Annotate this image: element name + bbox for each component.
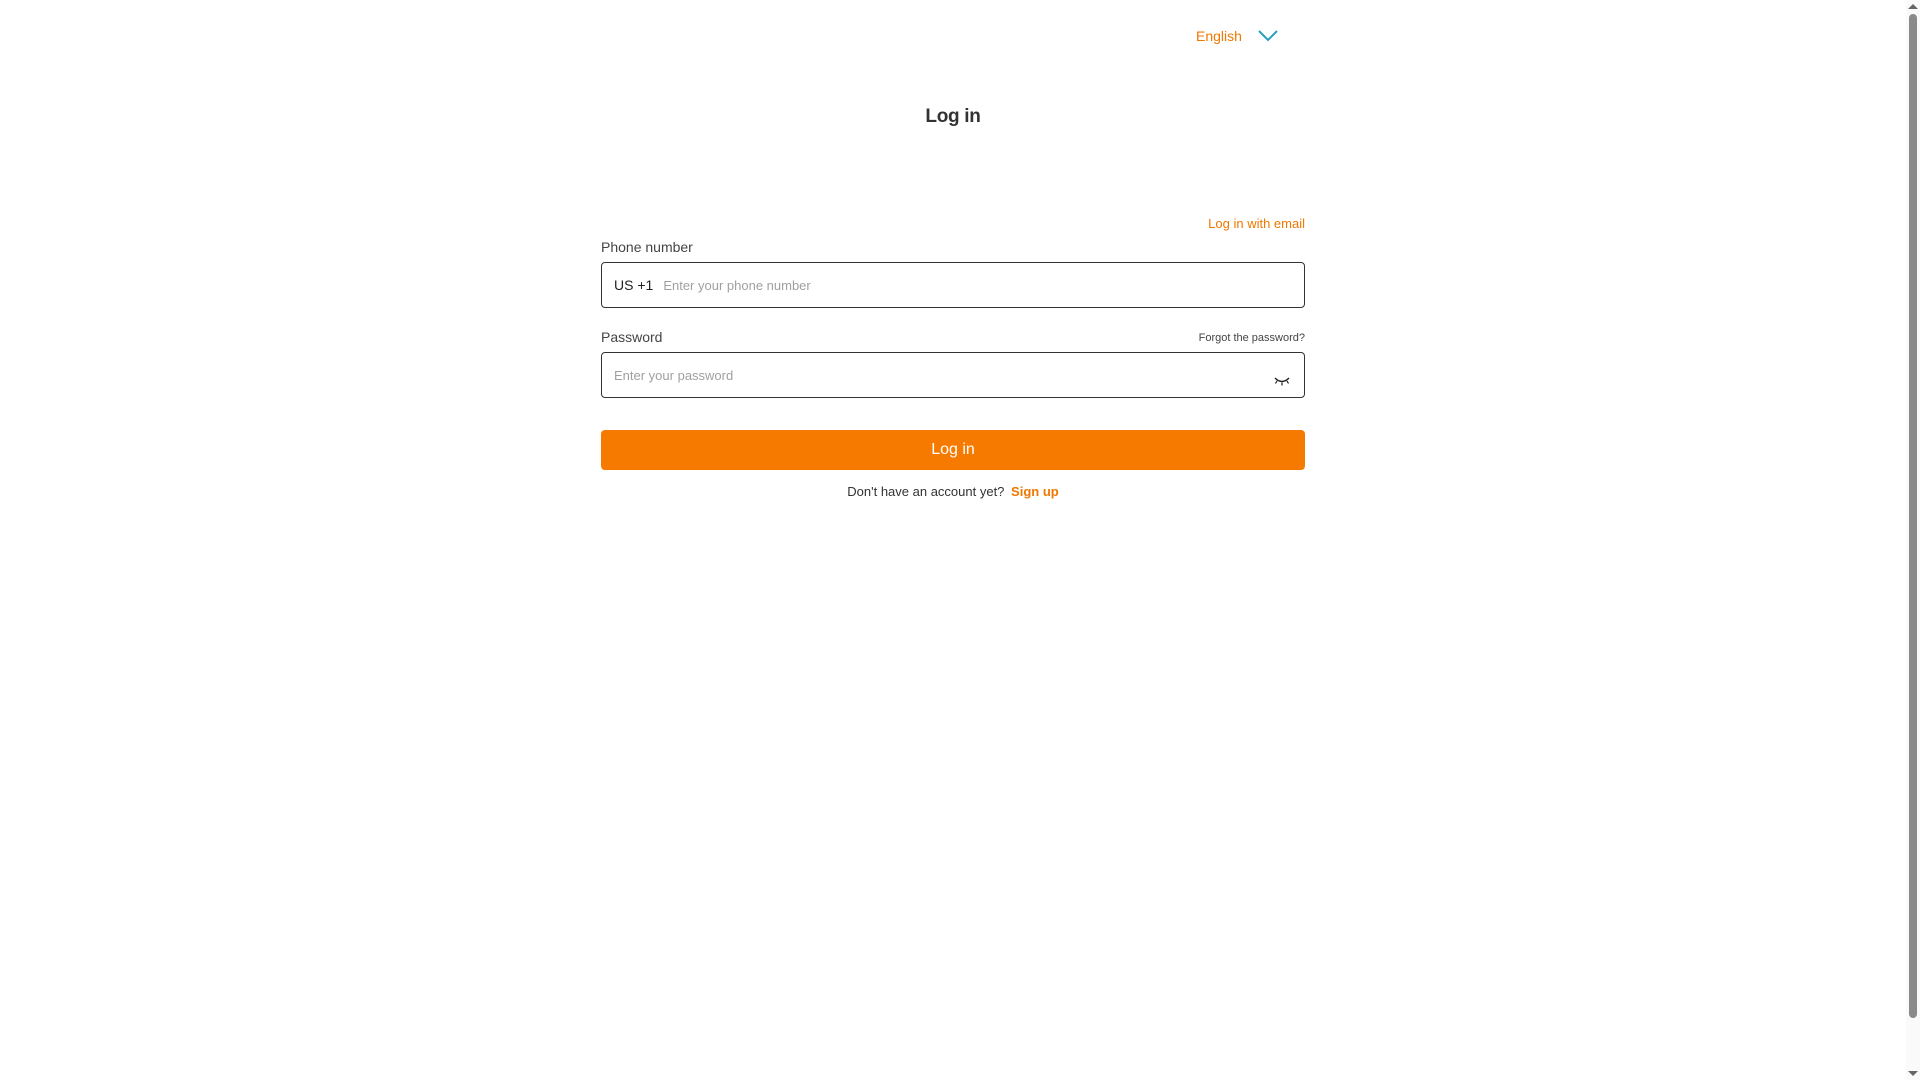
login-with-email-link[interactable]: Log in with email	[601, 214, 1305, 234]
password-input-box	[601, 352, 1305, 398]
vertical-scrollbar[interactable]	[1906, 0, 1920, 1080]
login-form: Log in with email Phone number US +1 Pas…	[601, 214, 1305, 499]
signup-row: Don't have an account yet? Sign up	[601, 484, 1305, 499]
forgot-password-link[interactable]: Forgot the password?	[1199, 332, 1305, 344]
page-title: Log in	[925, 106, 981, 127]
scroll-up-arrow-icon[interactable]	[1908, 4, 1918, 9]
eye-closed-icon[interactable]	[1272, 375, 1292, 389]
phone-input-box: US +1	[601, 262, 1305, 308]
country-code-selector[interactable]: US +1	[614, 277, 653, 293]
password-input[interactable]	[614, 367, 1272, 383]
chevron-down-icon	[1258, 30, 1278, 42]
language-selector[interactable]: English	[1196, 28, 1280, 44]
signup-prompt: Don't have an account yet?	[847, 484, 1005, 499]
scrollbar-thumb[interactable]	[1909, 14, 1917, 1018]
phone-label: Phone number	[601, 239, 693, 255]
password-label-row: Password Forgot the password?	[601, 328, 1305, 346]
scroll-down-arrow-icon[interactable]	[1908, 1071, 1918, 1076]
login-button[interactable]: Log in	[601, 430, 1305, 470]
language-label: English	[1196, 28, 1242, 44]
password-label: Password	[601, 329, 663, 345]
phone-input[interactable]	[663, 277, 1292, 293]
login-page: English Log in Log in with email Phone n…	[0, 0, 1920, 1080]
signup-link[interactable]: Sign up	[1011, 484, 1059, 499]
